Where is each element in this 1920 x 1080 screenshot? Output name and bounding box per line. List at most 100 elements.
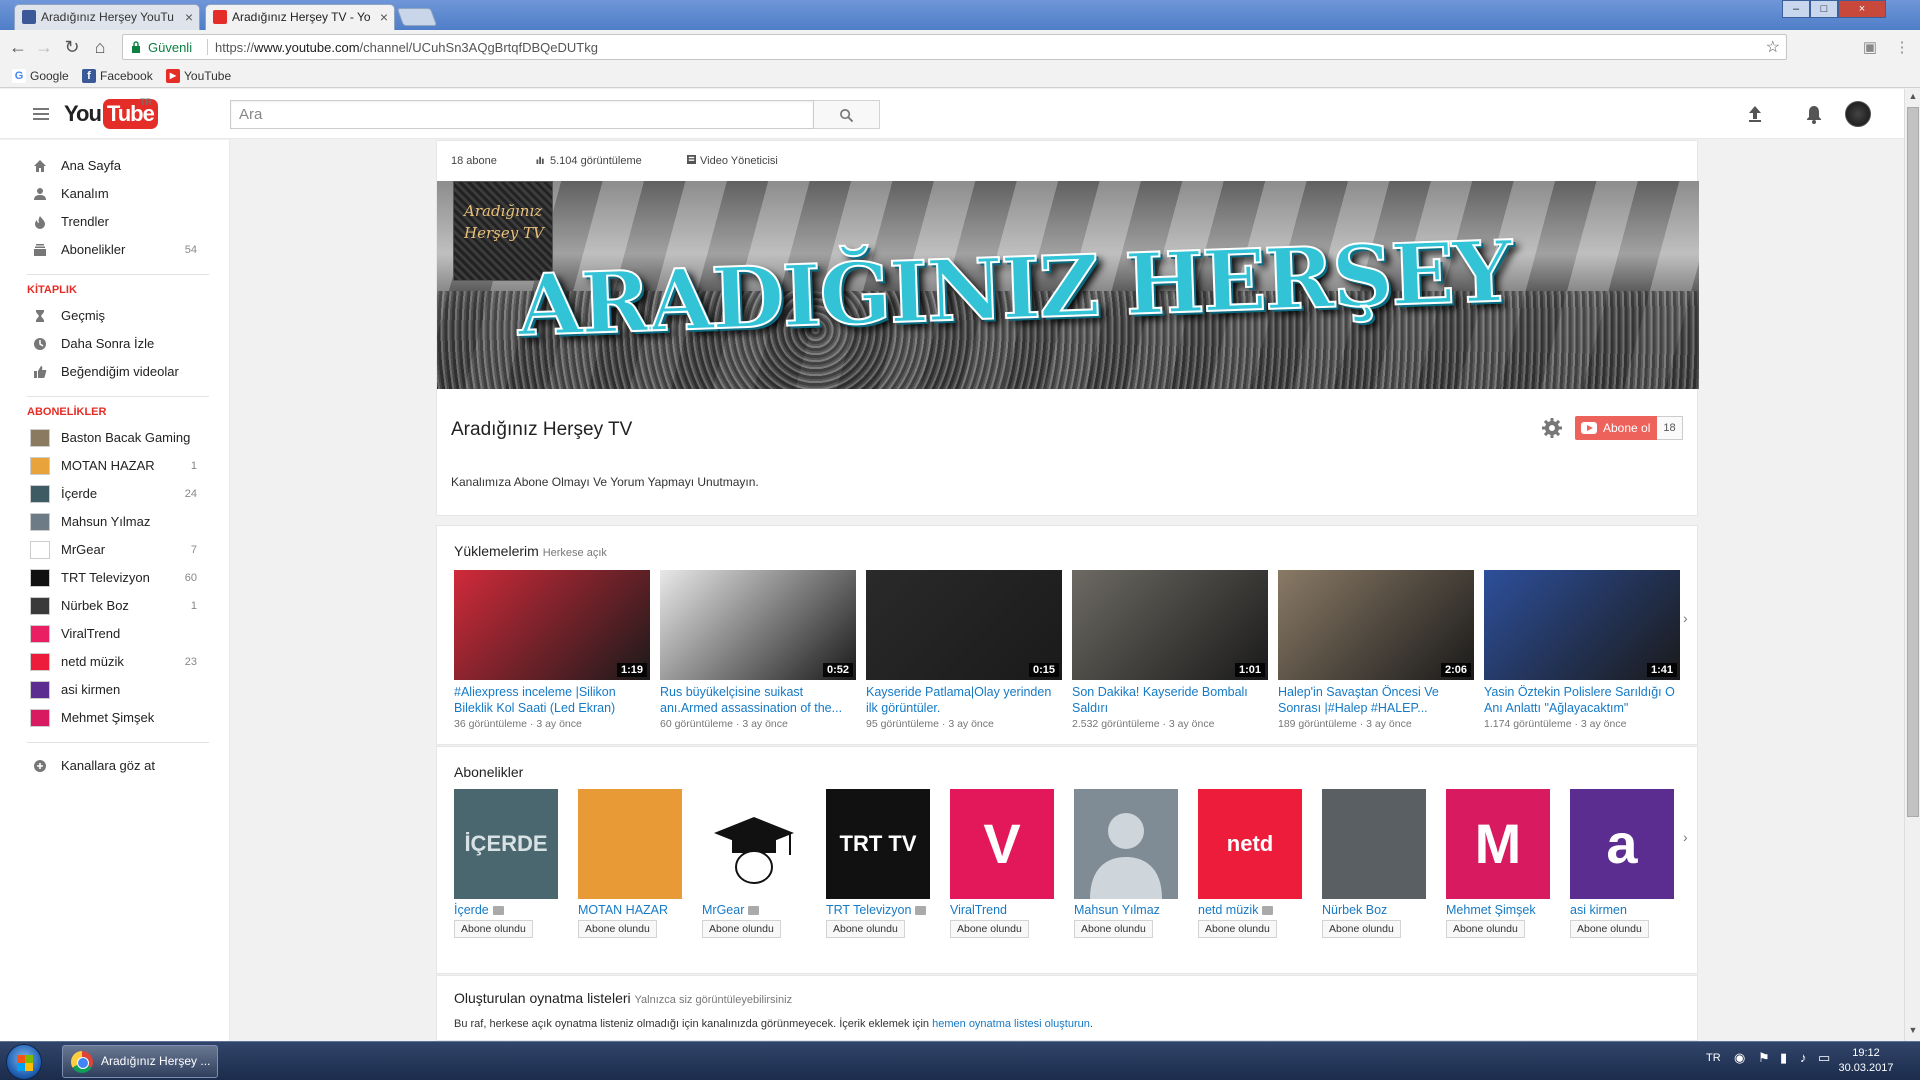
channel-name[interactable]: TRT Televizyon xyxy=(826,903,932,917)
tab-close-icon[interactable]: × xyxy=(185,5,193,29)
channel-thumbnail[interactable] xyxy=(1074,789,1178,899)
browser-tab-2[interactable]: Aradığınız Herşey TV - Yo × xyxy=(205,4,395,30)
extension-icon[interactable]: ▣ xyxy=(1860,38,1880,56)
channel-name[interactable]: Mahsun Yılmaz xyxy=(1074,903,1180,917)
bookmark-youtube[interactable]: ▶ YouTube xyxy=(166,67,231,85)
url-text[interactable]: https://www.youtube.com/channel/UCuhSn3A… xyxy=(215,40,598,55)
unsubscribe-button[interactable]: Abone olundu xyxy=(826,920,905,938)
video-thumbnail[interactable]: 1:19 xyxy=(454,570,650,680)
channel-name[interactable]: MrGear xyxy=(702,903,808,917)
channel-thumbnail[interactable]: M xyxy=(1446,789,1550,899)
subscribe-button[interactable]: Abone ol xyxy=(1575,416,1657,440)
sidebar-subscription-item[interactable]: Baston Bacak Gaming xyxy=(0,424,230,452)
video-thumbnail[interactable]: 0:15 xyxy=(866,570,1062,680)
sidebar-subscription-item[interactable]: netd müzik 23 xyxy=(0,648,230,676)
new-tab-button[interactable] xyxy=(396,8,438,26)
close-window-button[interactable]: × xyxy=(1838,0,1886,18)
sidebar-subscription-item[interactable]: İçerde 24 xyxy=(0,480,230,508)
subscription-channel-tile[interactable]: a asi kirmen Abone olundu xyxy=(1570,789,1676,938)
sidebar-subscription-item[interactable]: Nürbek Boz 1 xyxy=(0,592,230,620)
search-button[interactable] xyxy=(814,100,880,129)
video-tile[interactable]: 1:41 Yasin Öztekin Polislere Sarıldığı O … xyxy=(1484,570,1680,730)
browser-tab-1[interactable]: Aradığınız Herşey YouTu × xyxy=(14,4,200,30)
sidebar-subscription-item[interactable]: MrGear 7 xyxy=(0,536,230,564)
sidebar-subscription-item[interactable]: TRT Televizyon 60 xyxy=(0,564,230,592)
tab-close-icon[interactable]: × xyxy=(380,5,388,29)
sidebar-item-subscriptions[interactable]: Abonelikler 54 xyxy=(0,236,230,264)
sidebar-item-home[interactable]: Ana Sayfa xyxy=(0,152,230,180)
video-tile[interactable]: 2:06 Halep'in Savaştan Öncesi Ve Sonrası … xyxy=(1278,570,1474,730)
subscriber-count[interactable]: 18 abone xyxy=(451,155,497,167)
channel-name[interactable]: MOTAN HAZAR xyxy=(578,903,684,917)
video-tile[interactable]: 1:19 #Aliexpress inceleme |Silikon Bilekl… xyxy=(454,570,650,730)
scroll-down-icon[interactable]: ▼ xyxy=(1907,1025,1919,1035)
video-thumbnail[interactable]: 2:06 xyxy=(1278,570,1474,680)
maximize-button[interactable]: □ xyxy=(1810,0,1838,18)
tray-signal-icon[interactable]: ▮ xyxy=(1780,1050,1787,1066)
back-icon[interactable]: ← xyxy=(6,36,30,58)
channel-thumbnail[interactable]: V xyxy=(950,789,1054,899)
subscription-channel-tile[interactable]: Mahsun Yılmaz Abone olundu xyxy=(1074,789,1180,938)
view-count[interactable]: 5.104 görüntüleme xyxy=(536,155,642,167)
channel-name[interactable]: Mehmet Şimşek xyxy=(1446,903,1552,917)
channel-name[interactable]: netd müzik xyxy=(1198,903,1304,917)
bookmark-star-icon[interactable]: ☆ xyxy=(1766,37,1780,57)
home-icon[interactable]: ⌂ xyxy=(88,36,112,58)
uploads-shelf-title[interactable]: Yüklemelerim Herkese açık xyxy=(454,543,607,559)
video-tile[interactable]: 0:15 Kayseride Patlama|Olay yerinden ilk … xyxy=(866,570,1062,730)
channel-thumbnail[interactable]: a xyxy=(1570,789,1674,899)
sidebar-subscription-item[interactable]: asi kirmen xyxy=(0,676,230,704)
video-title[interactable]: #Aliexpress inceleme |Silikon Bileklik K… xyxy=(454,684,650,716)
video-thumbnail[interactable]: 1:01 xyxy=(1072,570,1268,680)
gear-icon[interactable] xyxy=(1541,417,1563,439)
channel-name[interactable]: ViralTrend xyxy=(950,903,1056,917)
unsubscribe-button[interactable]: Abone olundu xyxy=(1322,920,1401,938)
menu-icon[interactable]: ⋮ xyxy=(1892,38,1912,56)
video-title[interactable]: Rus büyükelçisine suikast anı.Armed assa… xyxy=(660,684,856,716)
unsubscribe-button[interactable]: Abone olundu xyxy=(1570,920,1649,938)
subscription-channel-tile[interactable]: M Mehmet Şimşek Abone olundu xyxy=(1446,789,1552,938)
language-indicator[interactable]: TR xyxy=(1706,1052,1721,1064)
youtube-logo[interactable]: You Tube TR xyxy=(64,97,158,129)
playlists-shelf-title[interactable]: Oluşturulan oynatma listeleri Yalnızca s… xyxy=(454,990,792,1006)
start-button[interactable] xyxy=(6,1044,42,1080)
video-tile[interactable]: 1:01 Son Dakika! Kayseride Bombalı Saldır… xyxy=(1072,570,1268,730)
channel-thumbnail[interactable]: İÇERDE xyxy=(454,789,558,899)
sidebar-item-liked-videos[interactable]: Beğendiğim videolar xyxy=(0,358,230,386)
create-playlist-link[interactable]: hemen oynatma listesi oluşturun xyxy=(932,1018,1090,1030)
sidebar-subscription-item[interactable]: Mahsun Yılmaz xyxy=(0,508,230,536)
channel-thumbnail[interactable] xyxy=(578,789,682,899)
video-title[interactable]: Kayseride Patlama|Olay yerinden ilk görü… xyxy=(866,684,1062,716)
video-title[interactable]: Son Dakika! Kayseride Bombalı Saldırı xyxy=(1072,684,1268,716)
subscription-channel-tile[interactable]: netd netd müzik Abone olundu xyxy=(1198,789,1304,938)
subscription-channel-tile[interactable]: V ViralTrend Abone olundu xyxy=(950,789,1056,938)
subscription-channel-tile[interactable]: TRT TV TRT Televizyon Abone olundu xyxy=(826,789,932,938)
channel-name[interactable]: İçerde xyxy=(454,903,560,917)
tray-flag-icon[interactable]: ⚑ xyxy=(1758,1050,1770,1066)
channel-thumbnail[interactable] xyxy=(1322,789,1426,899)
subscription-channel-tile[interactable]: İÇERDE İçerde Abone olundu xyxy=(454,789,560,938)
subscription-channel-tile[interactable]: Nürbek Boz Abone olundu xyxy=(1322,789,1428,938)
taskbar-clock[interactable]: 19:12 30.03.2017 xyxy=(1836,1046,1896,1076)
address-bar[interactable]: Güvenli https://www.youtube.com/channel/… xyxy=(122,34,1787,60)
sidebar-item-browse-channels[interactable]: Kanallara göz at xyxy=(0,752,230,780)
subscription-channel-tile[interactable]: MrGear Abone olundu xyxy=(702,789,808,938)
video-tile[interactable]: 0:52 Rus büyükelçisine suikast anı.Armed … xyxy=(660,570,856,730)
sidebar-item-watch-later[interactable]: Daha Sonra İzle xyxy=(0,330,230,358)
unsubscribe-button[interactable]: Abone olundu xyxy=(578,920,657,938)
bookmark-facebook[interactable]: f Facebook xyxy=(82,67,153,85)
channel-name[interactable]: Nürbek Boz xyxy=(1322,903,1428,917)
notifications-bell-icon[interactable] xyxy=(1803,103,1825,125)
scrollbar-thumb[interactable] xyxy=(1907,107,1919,817)
scroll-up-icon[interactable]: ▲ xyxy=(1907,91,1919,101)
subscription-channel-tile[interactable]: MOTAN HAZAR Abone olundu xyxy=(578,789,684,938)
video-title[interactable]: Yasin Öztekin Polislere Sarıldığı O Anı … xyxy=(1484,684,1680,716)
shelf-next-arrow-icon[interactable]: › xyxy=(1683,610,1688,626)
bookmark-google[interactable]: G Google xyxy=(12,67,69,85)
subscriptions-shelf-title[interactable]: Abonelikler xyxy=(454,764,523,780)
guide-menu-icon[interactable] xyxy=(33,108,49,120)
unsubscribe-button[interactable]: Abone olundu xyxy=(1074,920,1153,938)
account-avatar[interactable] xyxy=(1845,101,1871,127)
unsubscribe-button[interactable]: Abone olundu xyxy=(1198,920,1277,938)
unsubscribe-button[interactable]: Abone olundu xyxy=(950,920,1029,938)
